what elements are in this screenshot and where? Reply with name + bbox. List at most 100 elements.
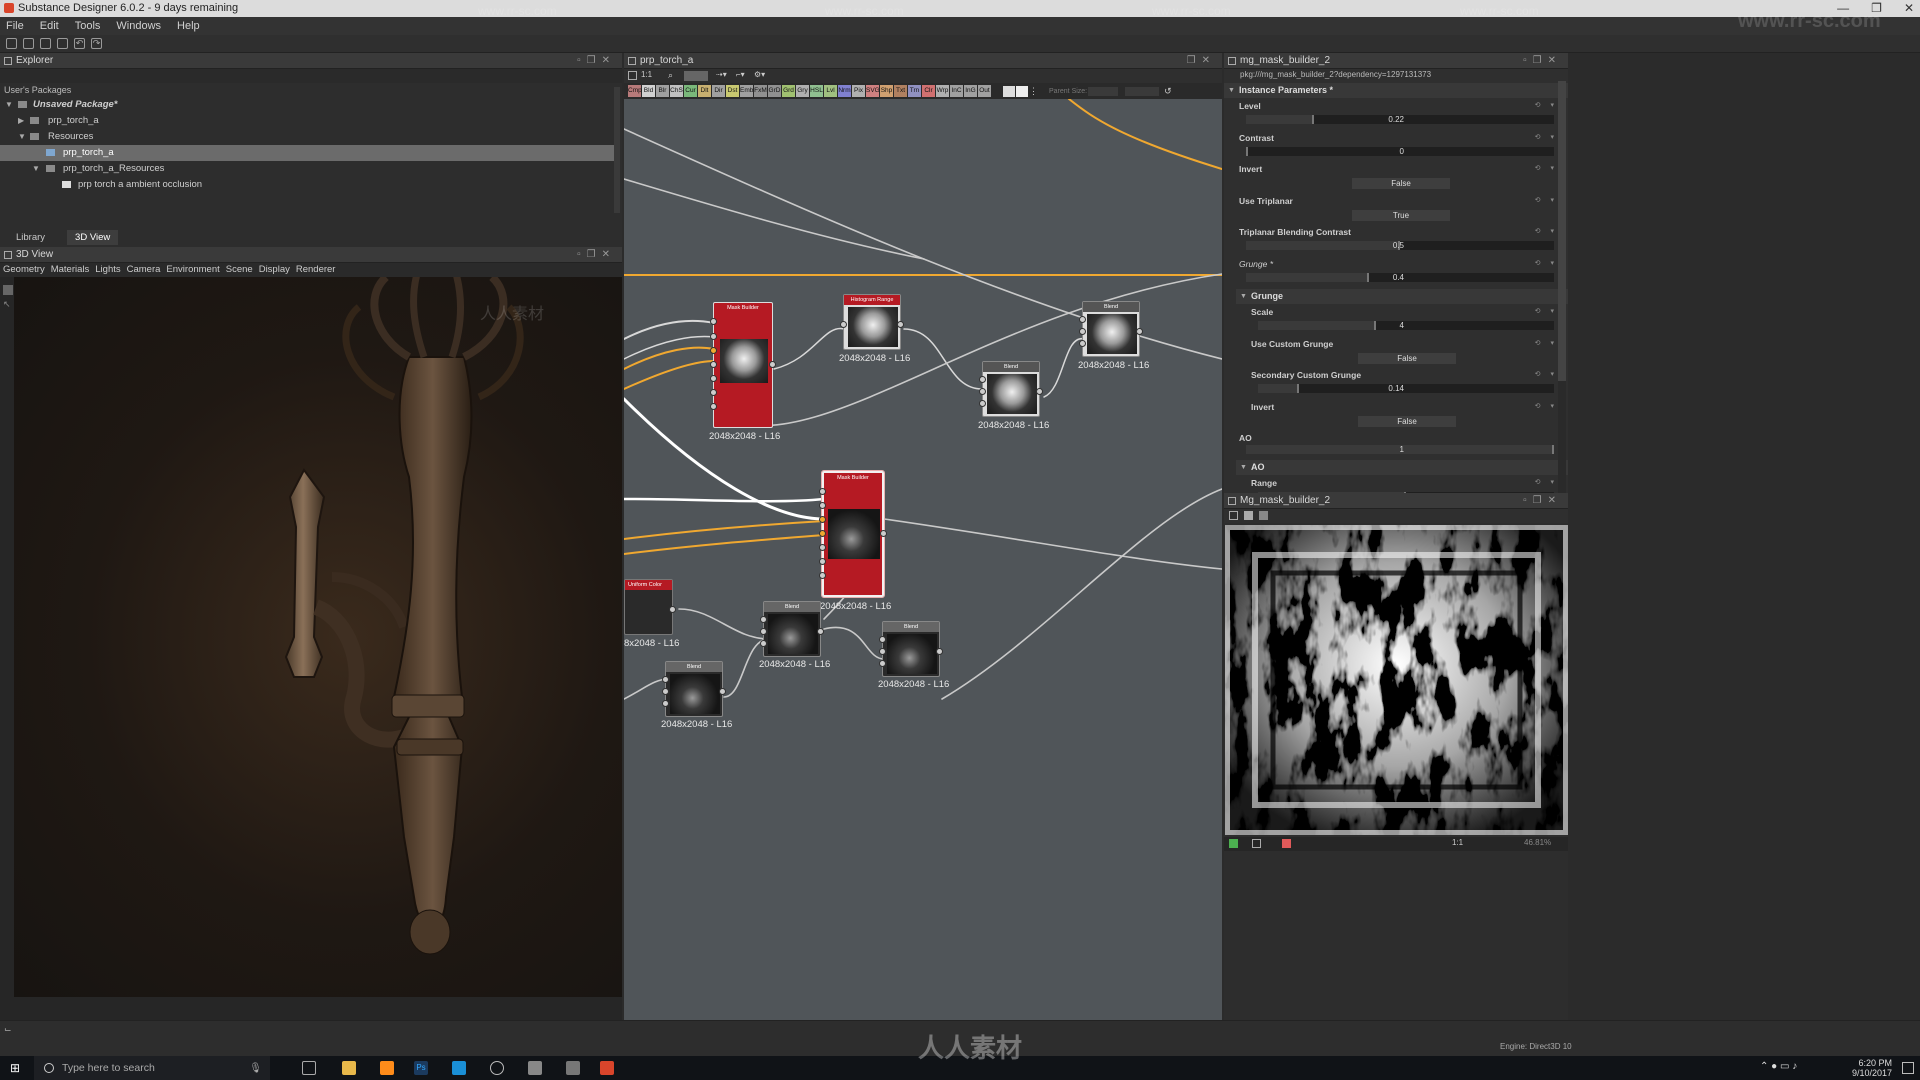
new-package-icon[interactable]	[6, 38, 17, 49]
2d-texture-preview[interactable]	[1225, 525, 1568, 835]
filter-button[interactable]: GrD	[768, 85, 781, 97]
file-explorer-icon[interactable]	[342, 1061, 356, 1075]
param-options-icon[interactable]: ⟲ ▾	[1535, 478, 1558, 486]
histogram-range-node[interactable]: Histogram Range	[840, 294, 904, 350]
menu-edit[interactable]: Edit	[40, 20, 59, 32]
param-toggle[interactable]: False	[1358, 415, 1456, 427]
param-options-icon[interactable]: ⟲ ▾	[1535, 196, 1558, 204]
filter-button[interactable]: Grd	[782, 85, 795, 97]
pointer-tool-icon[interactable]: ↖	[3, 299, 13, 309]
menu-tools[interactable]: Tools	[75, 20, 101, 32]
param-options-icon[interactable]: ⟲ ▾	[1535, 402, 1558, 410]
zoom-1-1-icon[interactable]: 1:1	[641, 70, 652, 79]
tree-item[interactable]: ▼ Unsaved Package*	[0, 97, 622, 113]
close-button[interactable]: ✕	[1904, 0, 1914, 17]
filter-button[interactable]: Blr	[656, 85, 669, 97]
filter-button[interactable]: Bld	[642, 85, 655, 97]
menu-renderer[interactable]: Renderer	[296, 263, 336, 277]
menu-environment[interactable]: Environment	[166, 263, 219, 277]
filter-button[interactable]: Shp	[880, 85, 893, 97]
filter-button[interactable]: Cur	[684, 85, 697, 97]
menu-display[interactable]: Display	[259, 263, 290, 277]
explorer-scrollbar[interactable]	[614, 87, 620, 213]
param-options-icon[interactable]: ⟲ ▾	[1535, 307, 1558, 315]
menu-help[interactable]: Help	[177, 20, 200, 32]
param-options-icon[interactable]: ⟲ ▾	[1535, 164, 1558, 172]
param-toggle[interactable]: False	[1358, 352, 1456, 364]
undo-icon[interactable]: ↶	[74, 38, 85, 49]
snap-icon[interactable]: ⌐▾	[736, 70, 745, 79]
3d-viewport[interactable]	[14, 277, 622, 997]
blend-node[interactable]: Blend	[1079, 301, 1143, 357]
filter-button[interactable]: Txt	[894, 85, 907, 97]
redo-icon[interactable]: ↷	[91, 38, 102, 49]
param-slider[interactable]: 0.4	[1246, 272, 1554, 282]
panel-buttons[interactable]: ▫❐✕	[577, 53, 616, 69]
save-icon[interactable]	[57, 38, 68, 49]
channel-icon[interactable]	[1229, 839, 1238, 848]
minimize-button[interactable]: —	[1837, 0, 1849, 17]
grunge-section[interactable]: Grunge	[1236, 289, 1568, 304]
menu-windows[interactable]: Windows	[116, 20, 161, 32]
filter-button[interactable]: Emb	[740, 85, 753, 97]
filter-button[interactable]: InC	[950, 85, 963, 97]
fit-view-icon[interactable]	[628, 71, 637, 80]
filter-button[interactable]: Out	[978, 85, 991, 97]
tree-item[interactable]: ▼ Resources	[0, 129, 622, 145]
copy-icon[interactable]	[1229, 511, 1238, 520]
filter-button[interactable]: Pix	[852, 85, 865, 97]
ao-section[interactable]: AO	[1236, 460, 1568, 475]
param-slider[interactable]: 0.14	[1258, 384, 1554, 393]
parent-size-field[interactable]	[1088, 86, 1119, 96]
param-options-icon[interactable]: ⟲ ▾	[1535, 227, 1558, 235]
settings-icon[interactable]: ⚙▾	[754, 70, 765, 79]
instance-parameters-section[interactable]: Instance Parameters *	[1224, 83, 1568, 98]
param-slider[interactable]: 0	[1246, 146, 1554, 156]
filter-button[interactable]: Gry	[796, 85, 809, 97]
filter-button[interactable]: Lvl	[824, 85, 837, 97]
taskbar-search[interactable]: Type here to search 🎙	[34, 1056, 270, 1080]
tab-3d-view[interactable]: 3D View	[67, 229, 119, 245]
skype-icon[interactable]	[452, 1061, 466, 1075]
photoshop-icon[interactable]: Ps	[414, 1061, 428, 1075]
properties-scrollbar[interactable]	[1558, 81, 1566, 493]
panel-buttons[interactable]: ❐✕	[1187, 53, 1216, 69]
param-slider[interactable]: 4	[1258, 321, 1554, 330]
blend-node[interactable]: Blend	[662, 661, 726, 717]
filter-button[interactable]: Nrm	[838, 85, 851, 97]
tree-item[interactable]: ▶ prp_torch_a	[0, 113, 622, 129]
param-toggle[interactable]: False	[1352, 178, 1450, 189]
filter-button[interactable]: HSL	[810, 85, 823, 97]
color-picker-icon[interactable]	[1282, 839, 1291, 848]
filter-button[interactable]: Clr	[922, 85, 935, 97]
uniform-color-node[interactable]: Uniform Color	[624, 579, 676, 635]
menu-materials[interactable]: Materials	[51, 263, 90, 277]
graph-canvas[interactable]: Mask Builder 2048x2048 - L16 Histogram R…	[624, 99, 1222, 1020]
tree-item-selected[interactable]: prp_torch_a	[0, 145, 614, 161]
filter-button[interactable]: Dir	[712, 85, 725, 97]
task-view-icon[interactable]	[302, 1061, 316, 1075]
filter-button[interactable]: Dst	[726, 85, 739, 97]
param-slider[interactable]: 0.22	[1246, 115, 1554, 124]
reset-icon[interactable]: ↺	[1164, 86, 1172, 97]
menu-lights[interactable]: Lights	[95, 263, 120, 277]
param-options-icon[interactable]: ⟲ ▾	[1535, 339, 1558, 347]
filter-button[interactable]: Wrp	[936, 85, 949, 97]
save-image-icon[interactable]	[1244, 511, 1253, 520]
param-options-icon[interactable]: ⟲ ▾	[1535, 101, 1558, 109]
menu-geometry[interactable]: Geometry	[3, 263, 45, 277]
ratio-label[interactable]: 1:1	[1452, 838, 1463, 847]
notifications-icon[interactable]	[1902, 1062, 1914, 1074]
menu-scene[interactable]: Scene	[226, 263, 253, 277]
ao-slider[interactable]: 1	[1246, 445, 1554, 454]
filter-button[interactable]: Cmp	[628, 85, 642, 97]
new-graph-icon[interactable]	[23, 38, 34, 49]
blend-node[interactable]: Blend	[979, 361, 1043, 417]
open-icon[interactable]	[40, 38, 51, 49]
chrome-icon[interactable]	[490, 1061, 504, 1075]
param-options-icon[interactable]: ⟲ ▾	[1535, 370, 1558, 378]
param-slider[interactable]: 0.5	[1246, 241, 1554, 250]
mask-builder-node[interactable]: Mask Builder	[710, 302, 776, 428]
view-mode-icon[interactable]	[1252, 839, 1261, 848]
filter-button[interactable]: ChS	[670, 85, 683, 97]
